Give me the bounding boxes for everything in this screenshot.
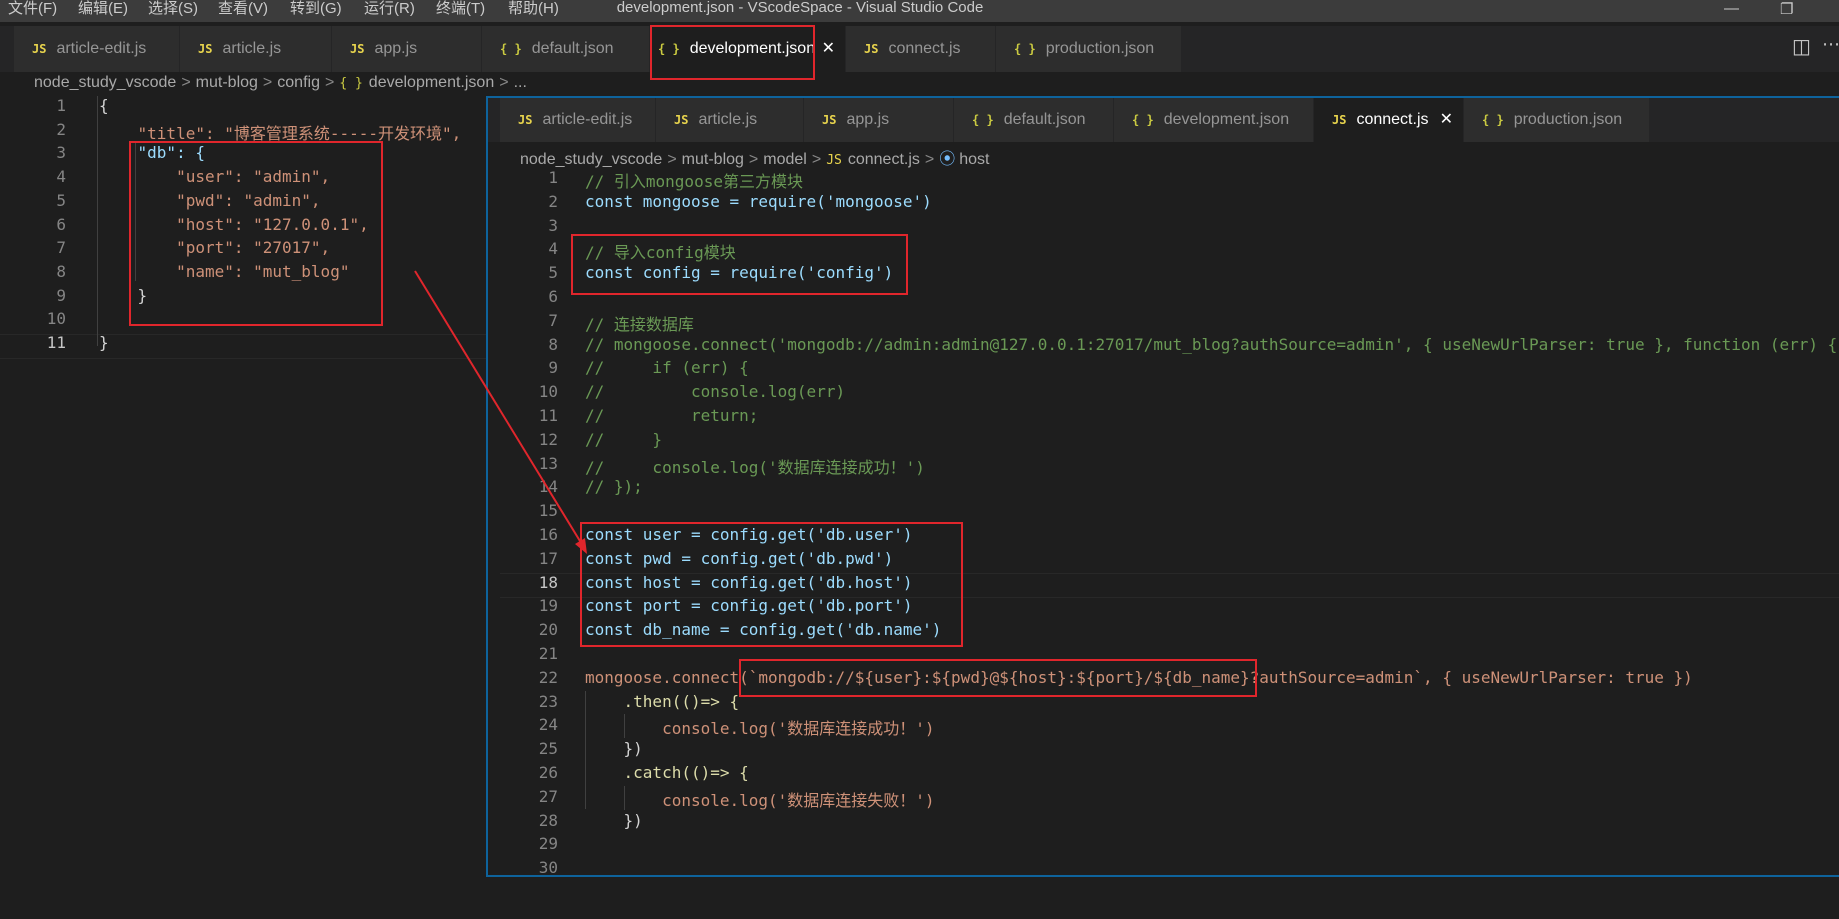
annotation-arrow [414, 270, 587, 554]
